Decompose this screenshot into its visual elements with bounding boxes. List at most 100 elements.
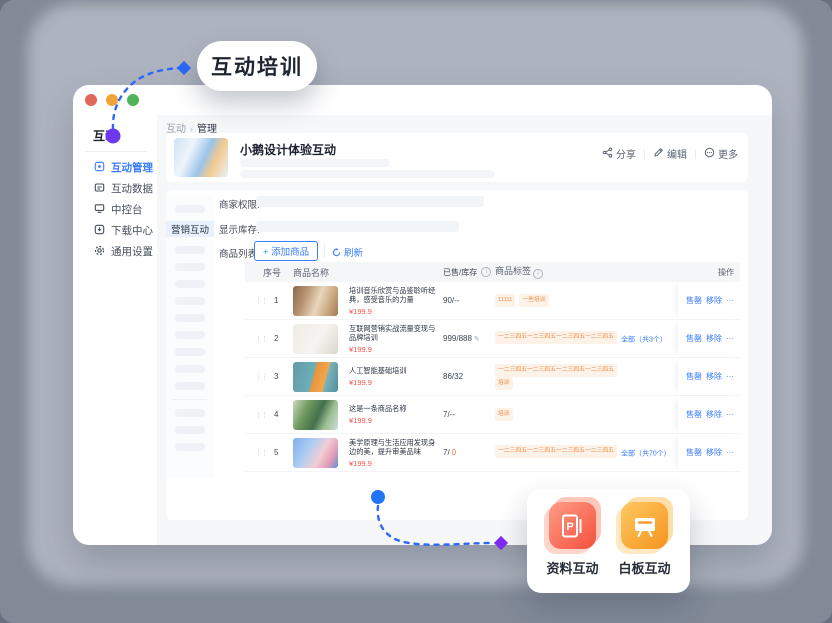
sold-stock-value: 7/0	[443, 448, 495, 457]
row-actions: 售罄移除 ···	[678, 282, 740, 319]
grid-icon	[94, 161, 105, 175]
marketing-screenshot: 互动培训 互动 互动管理互动数据中控台下载中心通用设置 互动›管理 小鹅设计体验…	[0, 0, 832, 623]
drag-handle-icon[interactable]: ⋮⋮	[255, 449, 267, 457]
app-window: 互动 互动管理互动数据中控台下载中心通用设置 互动›管理 小鹅设计体验互动 分享…	[73, 85, 772, 545]
sold-out-button[interactable]: 售罄	[686, 447, 702, 458]
drag-handle-icon[interactable]: ⋮⋮	[255, 373, 267, 381]
more-actions-button[interactable]: ···	[726, 448, 734, 457]
col-index: 序号	[245, 266, 293, 279]
svg-text:P: P	[567, 521, 574, 533]
product-table: 序号 商品名称 已售/库存i 商品标签i 操作 ⋮⋮ 1 培训音乐欣赏与品鉴聆听…	[245, 262, 740, 472]
table-row: ⋮⋮ 4 这是一条商品名称 ¥199.9 7/-- 培训 售罄移除···	[245, 396, 740, 434]
row-index: 5	[274, 448, 278, 457]
interaction-type-0[interactable]: P 资料互动	[546, 502, 598, 593]
sidebar-item-label: 互动管理	[111, 160, 153, 175]
edit-icon	[653, 147, 664, 161]
sold-out-button[interactable]: 售罄	[686, 333, 702, 344]
drag-handle-icon[interactable]: ⋮⋮	[255, 411, 267, 419]
placeholder-tab	[175, 426, 205, 434]
sold-stock-value: 999/888✎	[443, 334, 495, 343]
remove-button[interactable]: 移除	[706, 371, 722, 382]
interaction-type-label: 资料互动	[546, 558, 598, 577]
remove-button[interactable]: 移除	[706, 333, 722, 344]
sidebar-item-0[interactable]: 互动管理	[73, 157, 157, 178]
info-icon[interactable]: i	[481, 267, 491, 277]
add-product-label: + 添加商品	[263, 244, 309, 258]
divider	[644, 149, 645, 159]
product-thumbnail-blue-pink-abstract	[293, 438, 338, 468]
refresh-label: 刷新	[344, 245, 363, 259]
whiteboard-icon	[621, 502, 668, 549]
info-icon[interactable]: i	[533, 269, 543, 279]
tab-marketing-interaction[interactable]: 营销互动	[166, 221, 214, 237]
placeholder-tab	[175, 246, 205, 254]
edit-stock-icon[interactable]: ✎	[474, 335, 480, 343]
col-tags: 商品标签i	[495, 266, 678, 279]
sidebar-title: 互动	[93, 127, 117, 144]
share-button[interactable]: 分享	[602, 146, 636, 161]
sidebar-menu: 互动管理互动数据中控台下载中心通用设置	[73, 157, 157, 262]
table-row: ⋮⋮ 3 人工智能基础培训 ¥199.9 86/32 一二三四五一二三四五一二三…	[245, 358, 740, 396]
product-price: ¥199.9	[349, 459, 439, 468]
interaction-type-label: 白板互动	[619, 558, 671, 577]
tag-chip: 培训	[495, 408, 513, 421]
course-cover-image	[174, 138, 228, 177]
drag-handle-icon[interactable]: ⋮⋮	[255, 335, 267, 343]
product-thumbnail-beige-interior-vase	[293, 286, 338, 316]
sidebar-item-2[interactable]: 中控台	[73, 199, 157, 220]
content-area: 互动›管理 小鹅设计体验互动 分享编辑更多 营销互动 商家权限: 显示库存: 商…	[157, 115, 772, 545]
product-tags: 培训	[495, 408, 678, 421]
data-icon	[94, 182, 105, 196]
placeholder-bar	[240, 159, 390, 167]
placeholder-tab	[175, 365, 205, 373]
merchant-permission-label: 商家权限:	[219, 197, 260, 211]
drag-handle-icon[interactable]: ⋮⋮	[255, 297, 267, 305]
more-actions-button[interactable]: ···	[726, 334, 734, 343]
sold-out-button[interactable]: 售罄	[686, 371, 702, 382]
placeholder-tab	[175, 314, 205, 322]
product-price: ¥199.9	[349, 378, 439, 387]
interaction-type-1[interactable]: 白板互动	[619, 502, 671, 593]
remove-button[interactable]: 移除	[706, 295, 722, 306]
row-index: 2	[274, 334, 278, 343]
sidebar-item-1[interactable]: 互动数据	[73, 178, 157, 199]
product-name: 人工智能基础培训	[349, 366, 439, 376]
show-all-tags-link[interactable]: 全部（共70个）	[621, 451, 671, 458]
col-sold: 已售/库存i	[443, 267, 495, 278]
tag-chip: 一些培训	[519, 294, 548, 307]
placeholder-tab	[175, 348, 205, 356]
divider	[695, 149, 696, 159]
col-name: 商品名称	[293, 266, 387, 279]
refresh-icon	[332, 248, 341, 257]
refresh-button[interactable]: 刷新	[332, 245, 363, 259]
more-actions-button[interactable]: ···	[726, 410, 734, 419]
sidebar-item-label: 通用设置	[111, 244, 153, 259]
product-tags: 一二三四五一二三四五一二三四五一二三四五全部（共3个）	[495, 331, 678, 346]
sold-stock-value: 90/--	[443, 296, 495, 305]
sold-out-button[interactable]: 售罄	[686, 409, 702, 420]
more-actions-button[interactable]: ···	[726, 372, 734, 381]
section-tabs-column: 营销互动	[166, 196, 214, 478]
product-price: ¥199.9	[349, 345, 439, 354]
sold-out-button[interactable]: 售罄	[686, 295, 702, 306]
product-name: 培训音乐欣赏与品鉴聆听经典，感受音乐的力量	[349, 286, 439, 305]
sidebar: 互动 互动管理互动数据中控台下载中心通用设置	[73, 85, 157, 545]
edit-button[interactable]: 编辑	[653, 146, 687, 161]
add-product-button[interactable]: + 添加商品	[254, 241, 318, 261]
remove-button[interactable]: 移除	[706, 447, 722, 458]
download-icon	[94, 224, 105, 238]
remove-button[interactable]: 移除	[706, 409, 722, 420]
row-index: 3	[274, 372, 278, 381]
product-price: ¥199.9	[349, 307, 439, 316]
sidebar-item-4[interactable]: 通用设置	[73, 241, 157, 262]
placeholder-tab	[175, 382, 205, 390]
more-actions-button[interactable]: ···	[726, 296, 734, 305]
header-actions: 分享 编辑 更多	[602, 146, 738, 161]
sidebar-item-3[interactable]: 下载中心	[73, 220, 157, 241]
row-actions: 售罄移除 ···	[678, 434, 740, 471]
merchant-permission-value	[256, 196, 484, 207]
row-index: 4	[274, 410, 278, 419]
more-button[interactable]: 更多	[704, 146, 738, 161]
show-all-tags-link[interactable]: 全部（共3个）	[621, 337, 667, 344]
tag-chip: 一二三四五一二三四五一二三四五一二三四五	[495, 364, 617, 377]
